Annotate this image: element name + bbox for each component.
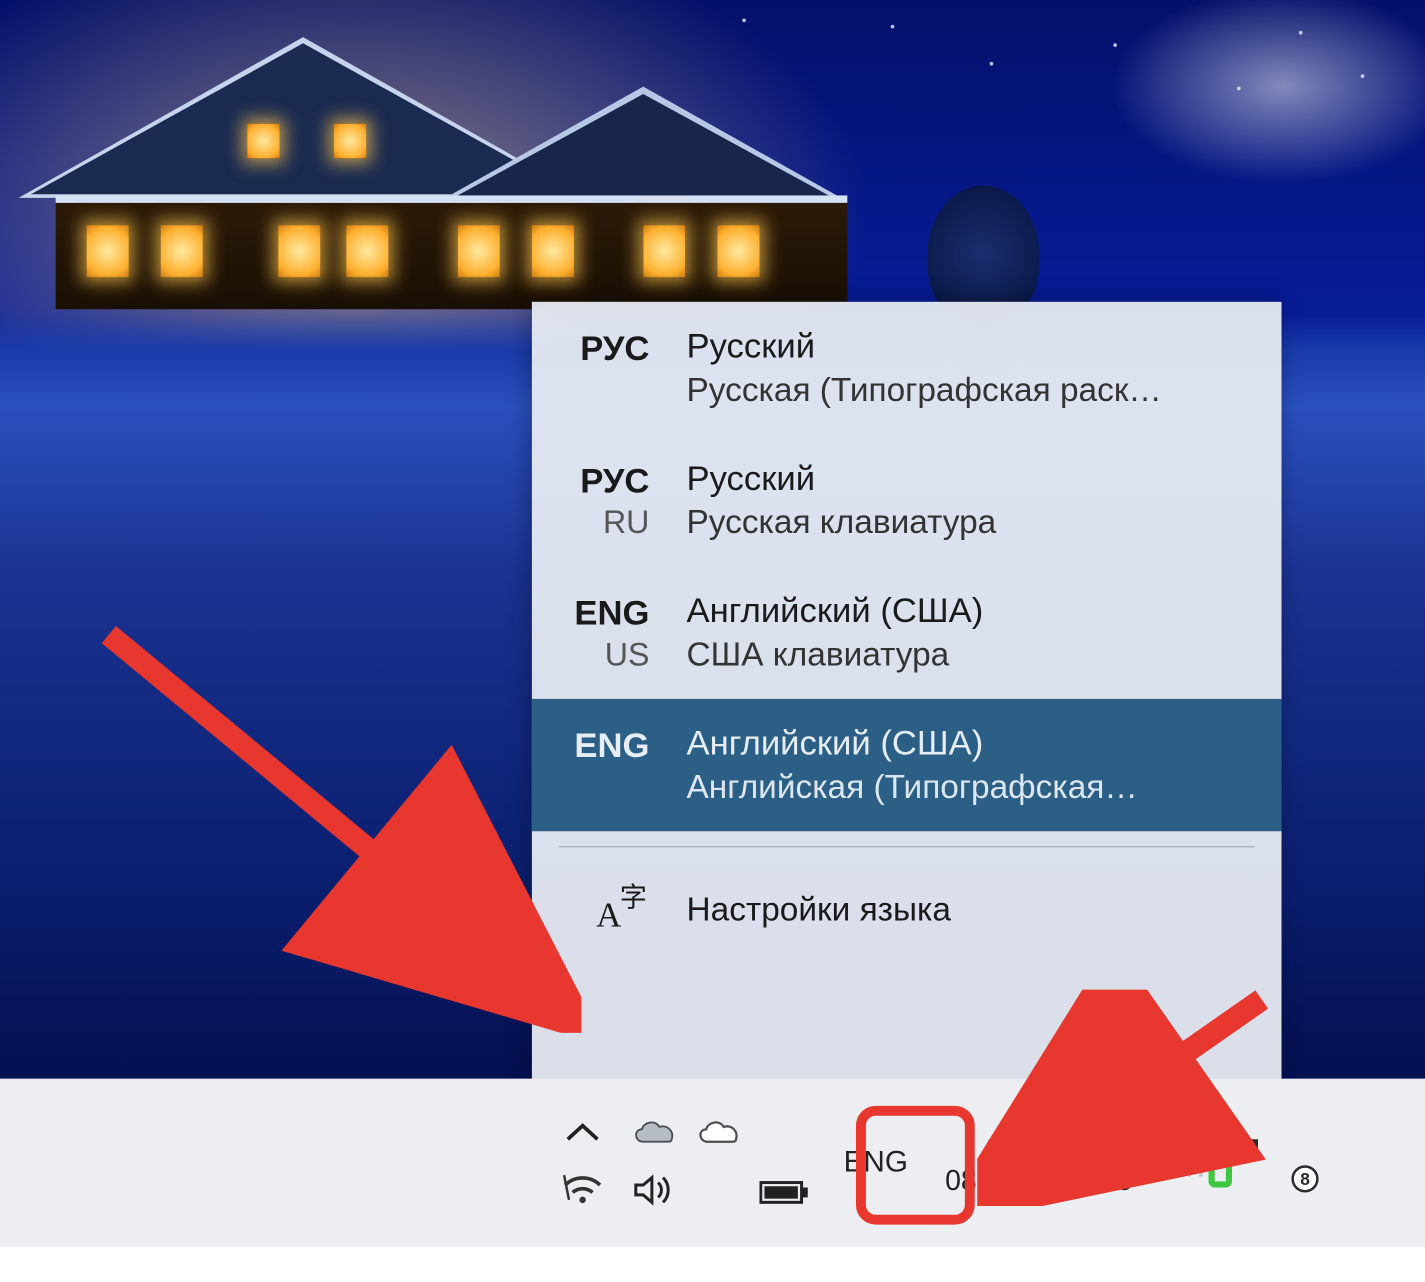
svg-text:A: A — [596, 896, 621, 934]
language-settings-label: Настройки языка — [687, 890, 951, 928]
language-name: Английский (США) — [687, 591, 1252, 631]
taskbar: ENG суббота 08.02.2020 Сб IM 8 — [0, 1079, 1425, 1247]
app-tray-icon[interactable]: IM — [1145, 1079, 1250, 1247]
onedrive-icon — [631, 1117, 678, 1147]
keyboard-layout-name: США клавиатура — [687, 636, 1252, 674]
language-item-russian-typographic[interactable]: РУС Русский Русская (Типографская раск… — [532, 302, 1282, 434]
language-settings-button[interactable]: A 字 Настройки языка — [532, 847, 1282, 976]
cloud-icon — [695, 1117, 742, 1147]
tray-overflow-button[interactable] — [544, 1079, 621, 1247]
language-name: Русский — [687, 459, 1252, 499]
cloud-tray-icon[interactable] — [688, 1079, 750, 1247]
chevron-up-icon — [564, 1121, 601, 1146]
keyboard-layout-name: Английская (Типографская… — [687, 768, 1252, 806]
language-code: ENG — [557, 726, 650, 766]
wifi-icon — [562, 1170, 604, 1205]
language-code: ENG — [557, 594, 650, 634]
language-name: Английский (США) — [687, 724, 1252, 764]
volume-icon — [632, 1171, 677, 1208]
language-subcode: RU — [557, 503, 650, 541]
im-app-icon: IM — [1162, 1138, 1232, 1187]
battery-tray-icon[interactable] — [752, 1108, 816, 1276]
language-item-english-typographic[interactable]: ENG Английский (США) Английская (Типогра… — [532, 699, 1282, 831]
keyboard-layout-name: Русская клавиатура — [687, 503, 1252, 541]
language-code: РУС — [557, 329, 650, 369]
notifications-icon: 8 — [1264, 1140, 1309, 1185]
language-switcher-flyout: РУС Русский Русская (Типографская раск… … — [532, 302, 1282, 1080]
annotation-highlight-box — [856, 1106, 975, 1225]
language-item-english-us[interactable]: ENG US Английский (США) США клавиатура — [532, 567, 1282, 699]
notifications-button[interactable]: 8 — [1252, 1079, 1321, 1247]
svg-text:字: 字 — [619, 883, 646, 913]
keyboard-layout-name: Русская (Типографская раск… — [687, 371, 1252, 409]
clock-day: суббота — [986, 1126, 1091, 1163]
language-settings-icon: A 字 — [592, 879, 651, 938]
onedrive-tray-icon[interactable] — [623, 1079, 685, 1247]
battery-icon — [760, 1179, 809, 1206]
language-item-russian-standard[interactable]: РУС RU Русский Русская клавиатура — [532, 434, 1282, 566]
language-subcode: US — [557, 636, 650, 674]
language-name: Русский — [687, 327, 1252, 367]
notifications-count: 8 — [1292, 1165, 1319, 1192]
language-code: РУС — [557, 461, 650, 501]
